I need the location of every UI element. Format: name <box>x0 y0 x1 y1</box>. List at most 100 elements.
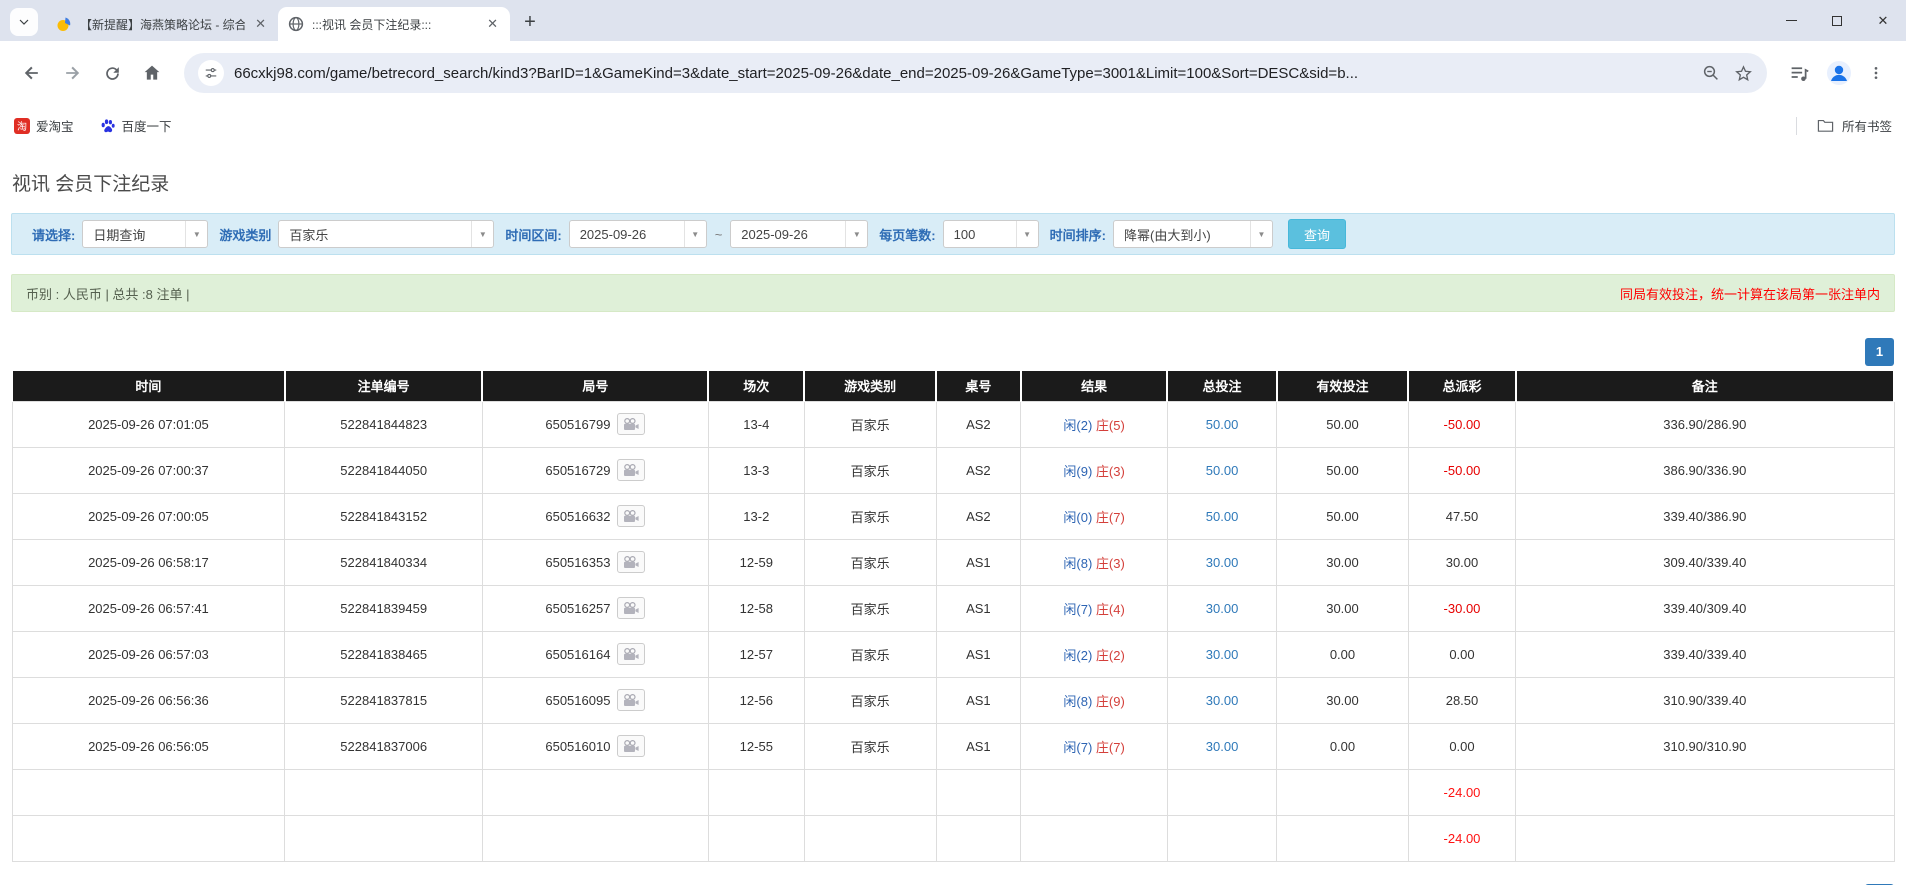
column-header: 场次 <box>708 371 804 401</box>
cell-valid-bet: 0.00 <box>1277 723 1409 769</box>
toolbar-right <box>1783 60 1890 86</box>
folder-icon <box>1817 118 1834 133</box>
reload-button[interactable] <box>96 57 128 89</box>
cell-round-id: 650516353 <box>482 539 708 585</box>
cell-valid-bet: 50.00 <box>1277 401 1409 447</box>
browser-toolbar: 66cxkj98.com/game/betrecord_search/kind3… <box>0 41 1906 105</box>
profile-avatar[interactable] <box>1826 60 1852 86</box>
bookmark-taobao[interactable]: 淘 爱淘宝 <box>14 116 74 135</box>
home-button[interactable] <box>136 57 168 89</box>
video-replay-button[interactable] <box>617 597 645 619</box>
column-header: 有效投注 <box>1277 371 1409 401</box>
subtotal-label: 小计 <box>12 769 285 815</box>
cell-bet-id: 522841837006 <box>285 723 483 769</box>
bookmark-star-icon[interactable] <box>1734 64 1753 83</box>
game-type-label: 游戏类别 <box>219 225 271 244</box>
cell-remark: 310.90/310.90 <box>1516 723 1894 769</box>
cell-game-type: 百家乐 <box>804 677 936 723</box>
cell-game-type: 百家乐 <box>804 447 936 493</box>
result-banker: 庄(5) <box>1096 418 1125 433</box>
tab-search-button[interactable] <box>10 8 38 36</box>
video-replay-button[interactable] <box>617 551 645 573</box>
tab-title: 【新提醒】海燕策略论坛 - 综合 <box>80 16 245 33</box>
video-replay-button[interactable] <box>617 505 645 527</box>
total-bet-link[interactable]: 30.00 <box>1167 585 1276 631</box>
total-total-bet: 300.00 <box>1167 815 1276 861</box>
video-camera-icon <box>623 556 639 569</box>
url-text[interactable]: 66cxkj98.com/game/betrecord_search/kind3… <box>234 65 1692 82</box>
total-bet-link[interactable]: 30.00 <box>1167 723 1276 769</box>
tab-bet-records[interactable]: :::视讯 会员下注纪录::: ✕ <box>278 7 510 41</box>
tab-close-icon[interactable]: ✕ <box>253 16 268 32</box>
page-1-button[interactable]: 1 <box>1865 338 1894 366</box>
sort-select[interactable]: 降幂(由大到小) ▼ <box>1113 220 1273 248</box>
cell-result: 闲(0) 庄(7) <box>1021 493 1168 539</box>
cell-result: 闲(2) 庄(2) <box>1021 631 1168 677</box>
round-id-text: 650516799 <box>545 417 610 432</box>
game-type-select[interactable]: 百家乐 ▼ <box>278 220 494 248</box>
window-close-button[interactable]: ✕ <box>1860 0 1906 41</box>
cell-time: 2025-09-26 07:00:37 <box>12 447 285 493</box>
cell-remark: 339.40/309.40 <box>1516 585 1894 631</box>
video-replay-button[interactable] <box>617 643 645 665</box>
cell-remark: 309.40/339.40 <box>1516 539 1894 585</box>
cell-payout: -30.00 <box>1408 585 1515 631</box>
address-bar[interactable]: 66cxkj98.com/game/betrecord_search/kind3… <box>184 53 1767 93</box>
globe-favicon-icon <box>288 16 304 32</box>
cell-table-no: AS1 <box>936 677 1021 723</box>
select-label: 请选择: <box>32 225 75 244</box>
table-row: 2025-09-26 07:00:05 522841843152 6505166… <box>12 493 1894 539</box>
zoom-icon[interactable] <box>1702 64 1720 82</box>
total-bet-link[interactable]: 50.00 <box>1167 447 1276 493</box>
cell-game-type: 百家乐 <box>804 401 936 447</box>
search-button[interactable]: 查询 <box>1288 219 1346 249</box>
cell-result: 闲(9) 庄(3) <box>1021 447 1168 493</box>
cell-time: 2025-09-26 06:56:36 <box>12 677 285 723</box>
result-player: 闲(7) <box>1063 740 1092 755</box>
site-info-button[interactable] <box>198 60 224 86</box>
cell-result: 闲(7) 庄(4) <box>1021 585 1168 631</box>
date-end-select[interactable]: 2025-09-26 ▼ <box>730 220 868 248</box>
forward-button[interactable] <box>56 57 88 89</box>
video-camera-icon <box>623 602 639 615</box>
column-header: 备注 <box>1516 371 1894 401</box>
cell-session: 12-58 <box>708 585 804 631</box>
cell-valid-bet: 0.00 <box>1277 631 1409 677</box>
total-bet-link[interactable]: 30.00 <box>1167 677 1276 723</box>
video-replay-button[interactable] <box>617 459 645 481</box>
video-replay-button[interactable] <box>617 689 645 711</box>
all-bookmarks[interactable]: 所有书签 <box>1796 116 1892 135</box>
tab-close-icon[interactable]: ✕ <box>485 16 500 32</box>
table-row: 2025-09-26 06:57:41 522841839459 6505162… <box>12 585 1894 631</box>
window-maximize-button[interactable] <box>1814 0 1860 41</box>
subtotal-valid-bet: 240.00 <box>1277 769 1409 815</box>
column-header: 游戏类别 <box>804 371 936 401</box>
per-page-label: 每页笔数: <box>879 225 935 244</box>
cell-session: 12-55 <box>708 723 804 769</box>
bookmark-baidu[interactable]: 百度一下 <box>100 116 172 135</box>
cell-round-id: 650516632 <box>482 493 708 539</box>
back-button[interactable] <box>16 57 48 89</box>
total-bet-link[interactable]: 30.00 <box>1167 539 1276 585</box>
column-header: 总派彩 <box>1408 371 1515 401</box>
date-start-select[interactable]: 2025-09-26 ▼ <box>569 220 707 248</box>
per-page-select[interactable]: 100 ▼ <box>943 220 1039 248</box>
result-player: 闲(2) <box>1063 418 1092 433</box>
browser-menu-icon[interactable] <box>1868 65 1884 81</box>
window-minimize-button[interactable] <box>1768 0 1814 41</box>
cell-valid-bet: 30.00 <box>1277 539 1409 585</box>
video-replay-button[interactable] <box>617 735 645 757</box>
total-bet-link[interactable]: 50.00 <box>1167 493 1276 539</box>
media-controls-icon[interactable] <box>1789 63 1810 84</box>
cell-bet-id: 522841844050 <box>285 447 483 493</box>
bookmarks-bar: 淘 爱淘宝 百度一下 所有书签 <box>0 105 1906 146</box>
total-bet-link[interactable]: 50.00 <box>1167 401 1276 447</box>
new-tab-button[interactable]: + <box>516 8 544 36</box>
video-replay-button[interactable] <box>617 413 645 435</box>
total-bet-link[interactable]: 30.00 <box>1167 631 1276 677</box>
result-banker: 庄(7) <box>1096 510 1125 525</box>
query-type-select[interactable]: 日期查询 ▼ <box>82 220 208 248</box>
tab-forum[interactable]: 【新提醒】海燕策略论坛 - 综合 ✕ <box>46 7 278 41</box>
forward-arrow-icon <box>62 63 82 83</box>
cell-round-id: 650516729 <box>482 447 708 493</box>
